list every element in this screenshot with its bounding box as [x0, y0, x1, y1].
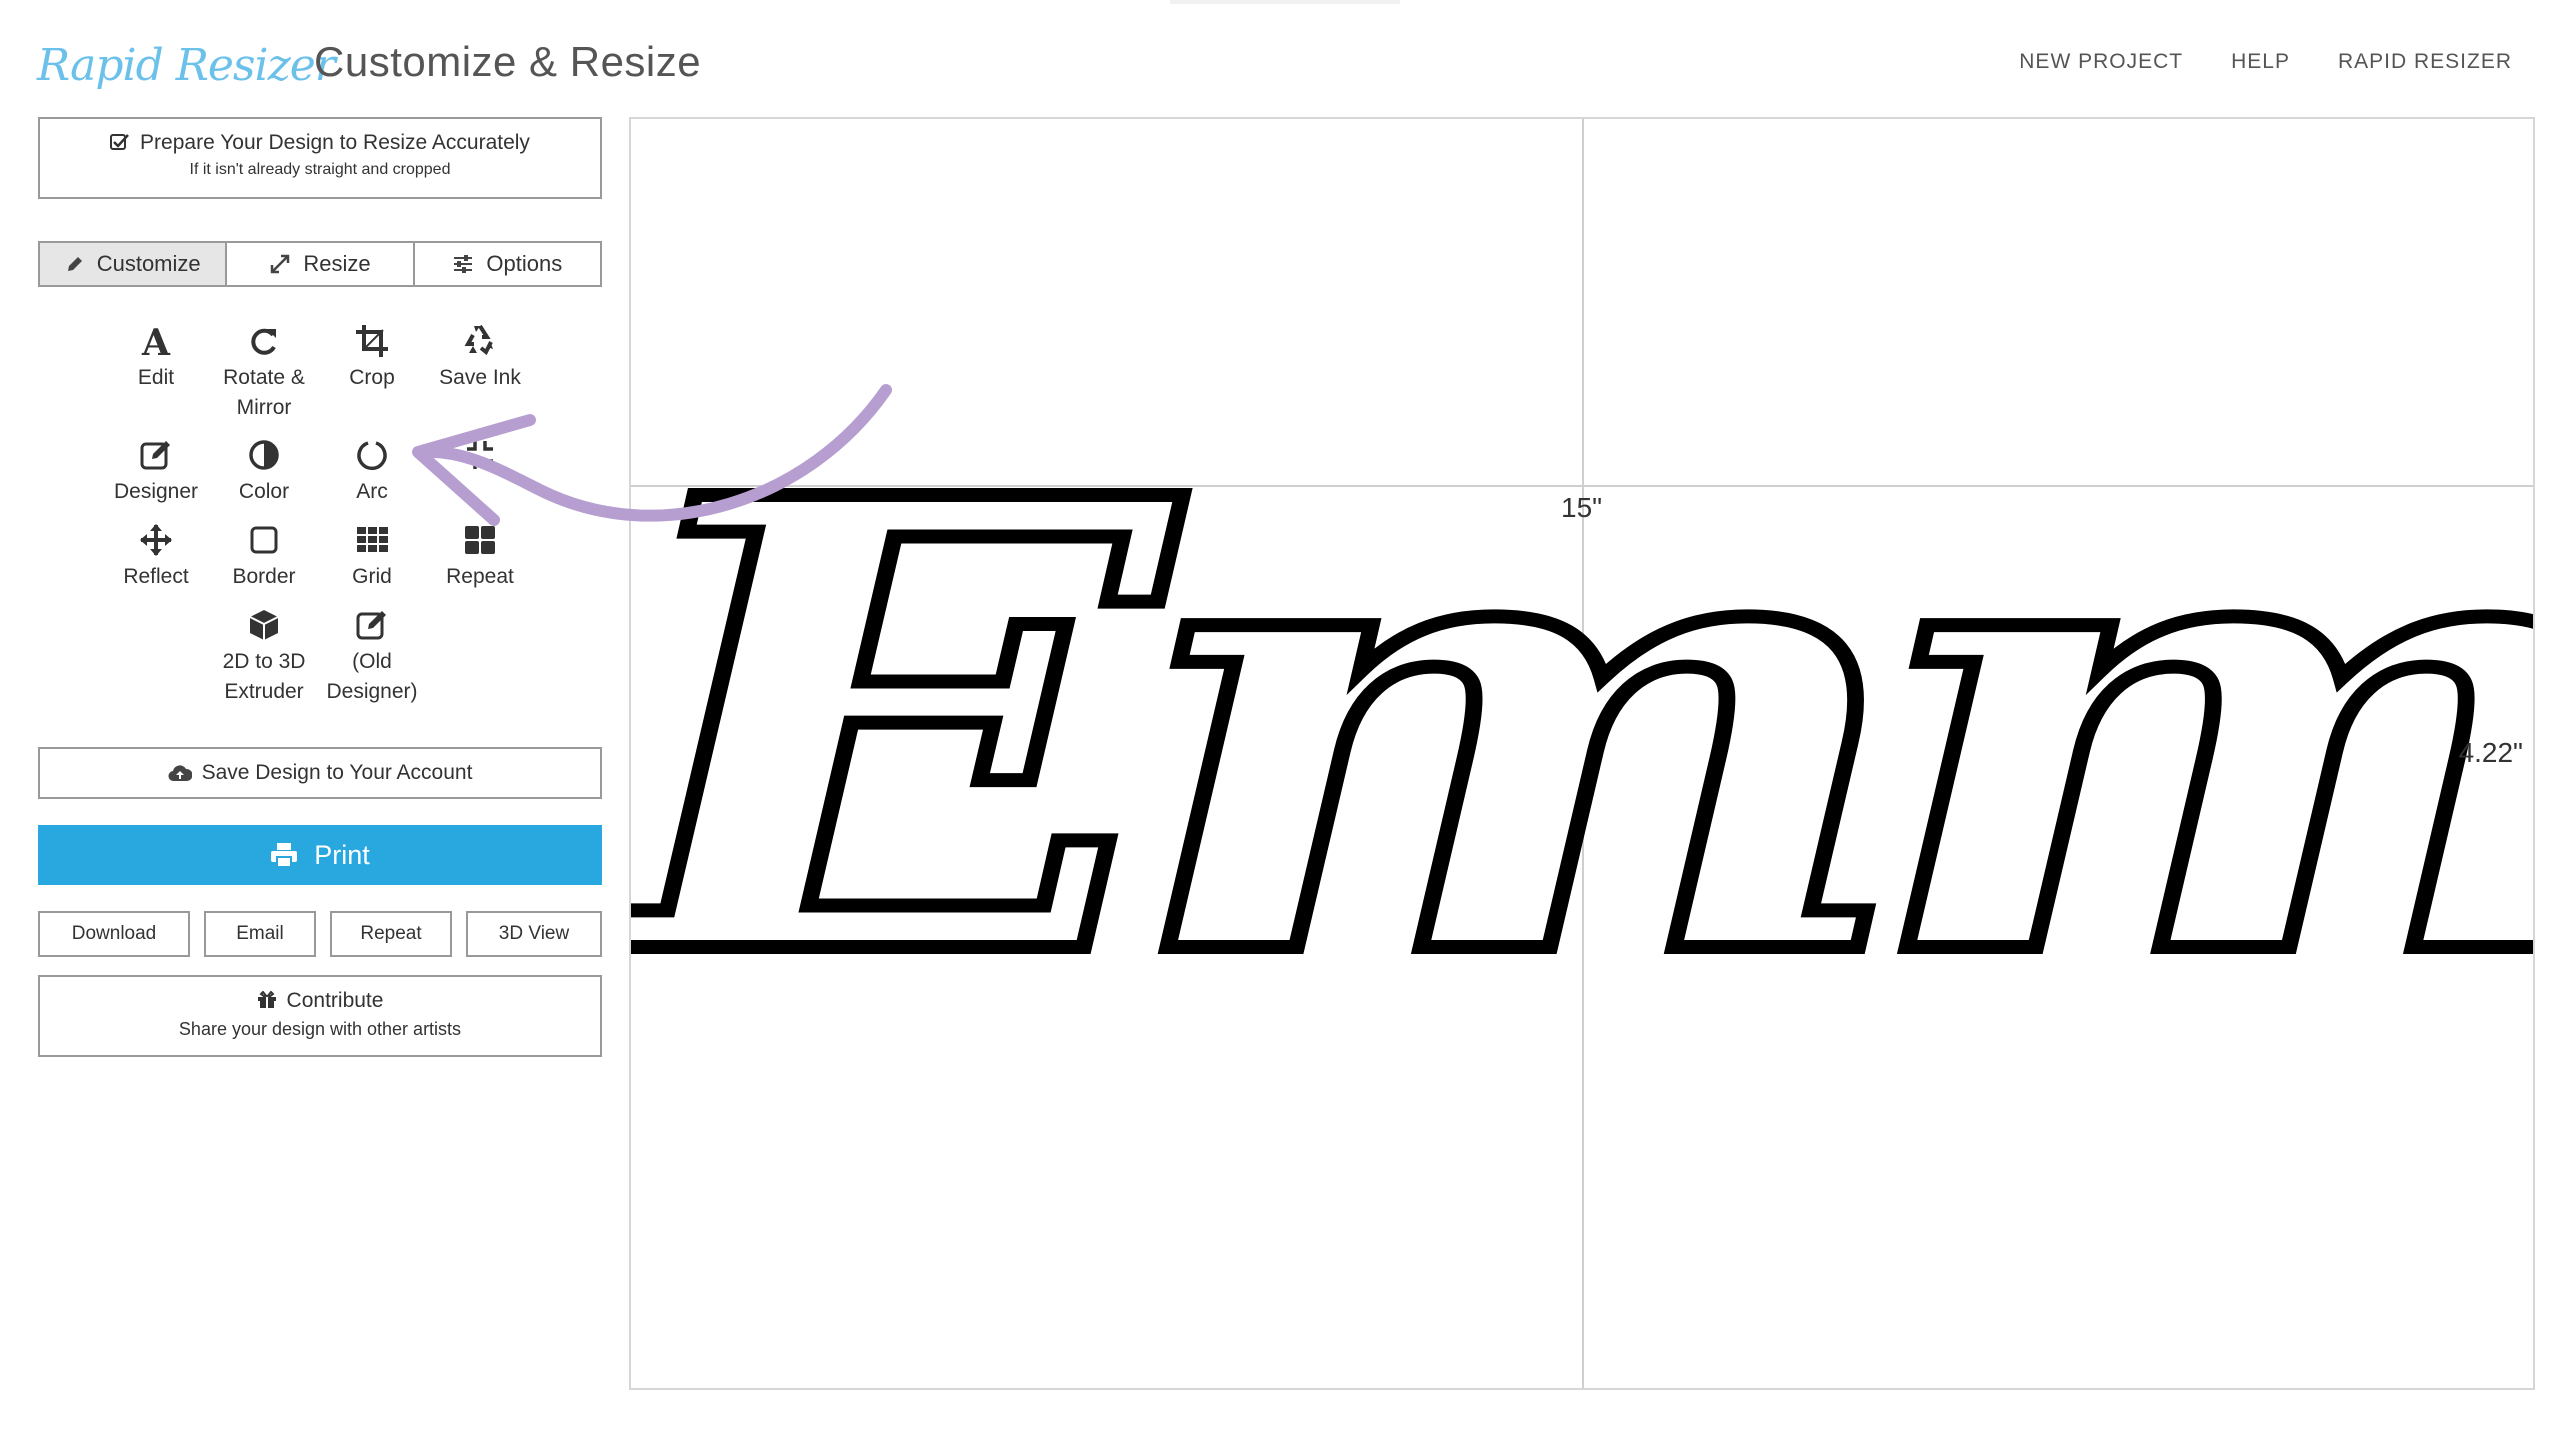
nav-help[interactable]: HELP	[2231, 50, 2290, 74]
design-canvas[interactable]: Emma 15" 4.22"	[629, 117, 2535, 1390]
cube-icon	[209, 607, 319, 647]
page-title: Customize & Resize	[314, 38, 702, 85]
tool-grid-label: Grid	[352, 565, 392, 588]
print-label: Print	[314, 839, 370, 870]
tiles-icon	[425, 522, 535, 562]
download-button[interactable]: Download	[38, 911, 190, 957]
pencil-icon	[67, 257, 82, 271]
contrast-icon	[209, 437, 319, 477]
tool-save-ink-label: Save Ink	[439, 366, 521, 389]
contribute-line1: Contribute	[286, 989, 384, 1012]
tool-rotate-label: Rotate &	[223, 366, 305, 389]
design-text: Emma	[631, 365, 2535, 1094]
tool-grid[interactable]: Grid	[317, 522, 427, 592]
logo[interactable]: Rapid Resizer	[37, 36, 336, 96]
tool-rotate-label-2: Mirror	[236, 396, 292, 419]
print-button[interactable]: Print	[38, 825, 602, 885]
edit-square-icon	[317, 607, 427, 647]
prepare-line2: If it isn't already straight and cropped	[189, 161, 451, 178]
customize-tools: A Edit Rotate & Mirror Crop Save Ink Des…	[38, 287, 602, 747]
sliders-icon	[454, 255, 473, 273]
edit-square-icon	[101, 437, 211, 477]
tab-options[interactable]: Options	[415, 243, 600, 285]
recycle-icon	[425, 323, 535, 363]
tool-old-designer[interactable]: (Old Designer)	[317, 607, 427, 707]
nav-rapid-resizer[interactable]: RAPID RESIZER	[2338, 50, 2512, 74]
prepare-line1: Prepare Your Design to Resize Accurately	[140, 131, 530, 154]
nav-new-project[interactable]: NEW PROJECT	[2019, 50, 2183, 74]
tool-extruder[interactable]: 2D to 3D Extruder	[209, 607, 319, 707]
arc-icon	[317, 437, 427, 477]
grid-icon	[317, 522, 427, 562]
tool-reflect-label: Reflect	[123, 565, 189, 588]
save-to-account-label: Save Design to Your Account	[201, 761, 473, 784]
prepare-design-button[interactable]: Prepare Your Design to Resize Accurately…	[38, 117, 602, 199]
contribute-button[interactable]: Contribute Share your design with other …	[38, 975, 602, 1057]
contribute-title: Contribute	[40, 989, 600, 1013]
tool-reflect[interactable]: Reflect	[101, 522, 211, 592]
save-to-account-button[interactable]: Save Design to Your Account	[38, 747, 602, 799]
tool-arc-label: Arc	[356, 480, 388, 503]
3d-view-button[interactable]: 3D View	[466, 911, 602, 957]
left-panel: Prepare Your Design to Resize Accurately…	[38, 117, 602, 1057]
tool-border-label: Border	[232, 565, 296, 588]
tool-old-designer-label: (Old	[352, 650, 392, 673]
tool-border[interactable]: Border	[209, 522, 319, 592]
shrink-arrows-icon	[425, 437, 535, 477]
tool-repeat[interactable]: Repeat	[425, 522, 535, 592]
gift-icon	[257, 990, 276, 1008]
crop-icon	[317, 323, 427, 363]
tool-designer-label: Designer	[113, 480, 199, 503]
tool-save-ink[interactable]: Save Ink	[425, 323, 535, 393]
svg-text:A: A	[141, 323, 171, 359]
top-nav: NEW PROJECT HELP RAPID RESIZER	[2019, 50, 2512, 74]
expand-arrows-icon	[271, 254, 290, 274]
tool-repeat-label: Repeat	[446, 565, 514, 588]
tool-hidden[interactable]	[425, 437, 535, 477]
prepare-title: Prepare Your Design to Resize Accurately	[40, 131, 600, 155]
move-arrows-icon	[101, 522, 211, 562]
width-dimension-label: 15"	[1561, 492, 1603, 523]
cloud-upload-icon	[168, 765, 192, 782]
tool-arc[interactable]: Arc	[317, 437, 427, 507]
tool-rotate-mirror[interactable]: Rotate & Mirror	[209, 323, 319, 423]
tool-crop[interactable]: Crop	[317, 323, 427, 393]
contribute-line2: Share your design with other artists	[178, 1019, 462, 1039]
tool-designer[interactable]: Designer	[101, 437, 211, 507]
top-edge-bar	[1170, 0, 1400, 4]
tool-color[interactable]: Color	[209, 437, 319, 507]
tool-crop-label: Crop	[349, 366, 395, 389]
tool-extruder-label-2: Extruder	[224, 680, 304, 703]
tab-customize-label: Customize	[96, 251, 201, 276]
tool-edit[interactable]: A Edit	[101, 322, 211, 393]
font-a-icon: A	[101, 322, 211, 364]
rotate-icon	[209, 323, 319, 363]
logo-text: Rapid Resizer	[37, 40, 336, 91]
printer-icon	[271, 843, 298, 868]
height-dimension-label: 4.22"	[2458, 737, 2523, 768]
tab-resize-label: Resize	[303, 251, 371, 276]
square-outline-icon	[209, 522, 319, 562]
panel-tabs: Customize Resize Options	[38, 241, 602, 287]
tool-extruder-label: 2D to 3D	[222, 650, 306, 673]
action-buttons: Download Email Repeat 3D View	[38, 911, 602, 957]
emma-design[interactable]: Emma	[631, 119, 2535, 1390]
tool-edit-label: Edit	[137, 366, 175, 389]
tab-options-label: Options	[486, 251, 563, 276]
tool-old-designer-label-2: Designer)	[326, 680, 418, 703]
repeat-button[interactable]: Repeat	[330, 911, 452, 957]
tool-color-label: Color	[238, 480, 290, 503]
checkbox-icon	[110, 134, 129, 150]
tab-resize[interactable]: Resize	[227, 243, 415, 285]
tab-customize[interactable]: Customize	[40, 243, 228, 285]
email-button[interactable]: Email	[204, 911, 316, 957]
